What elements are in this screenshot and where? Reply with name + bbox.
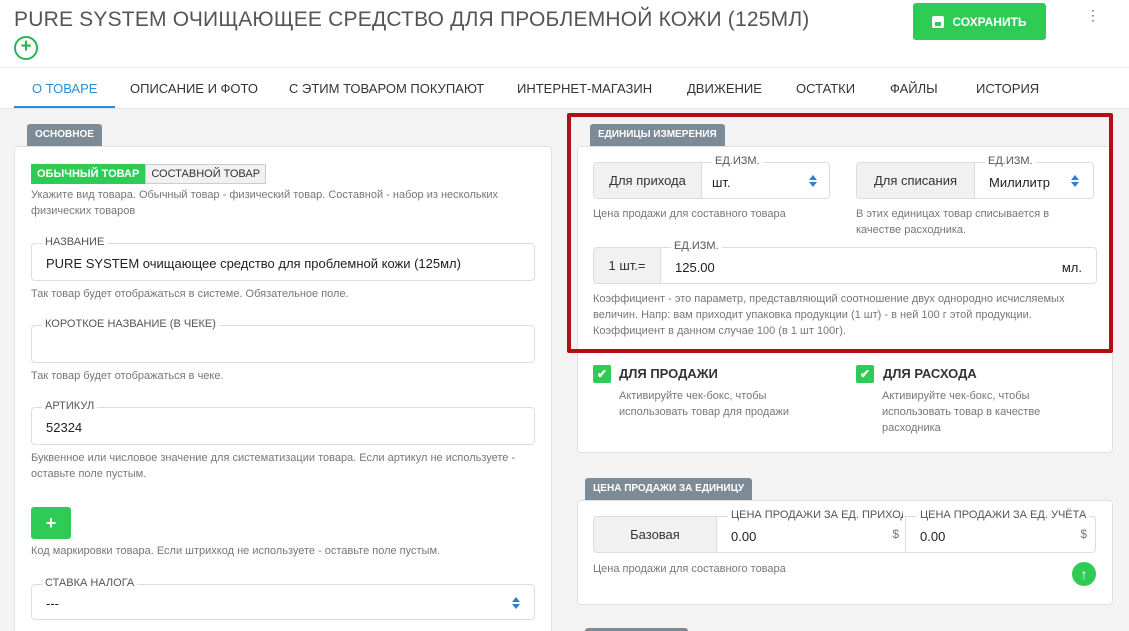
short-name-hint: Так товар будет отображаться в чеке. <box>31 370 224 382</box>
page-title: PURE SYSTEM ОЧИЩАЮЩЕЕ СРЕДСТВО ДЛЯ ПРОБЛ… <box>14 8 810 31</box>
select-arrows-icon <box>512 597 520 609</box>
expense-hint: Активируйте чек-бокс, чтобы использовать… <box>882 390 1041 434</box>
expense-checkbox[interactable]: ✔ <box>856 365 874 383</box>
add-barcode-button[interactable]: + <box>31 507 71 539</box>
price-account-field[interactable]: ЦЕНА ПРОДАЖИ ЗА ЕД. УЧЁТА 0.00 $ <box>905 509 1096 553</box>
tab-related[interactable]: С ЭТИМ ТОВАРОМ ПОКУПАЮТ <box>289 70 484 108</box>
base-price-addon: Базовая <box>593 516 717 553</box>
price-account-label: ЦЕНА ПРОДАЖИ ЗА ЕД. УЧЁТА <box>917 509 1090 521</box>
name-label: НАЗВАНИЕ <box>42 236 108 248</box>
barcode-hint: Код маркировки товара. Если штрихкод не … <box>31 545 441 557</box>
price-account-value: 0.00 <box>920 529 946 544</box>
more-menu-icon[interactable]: ⋮ <box>1086 8 1100 29</box>
sku-value: 52324 <box>46 420 83 435</box>
type-compound-button[interactable]: СОСТАВНОЙ ТОВАР <box>145 164 267 184</box>
type-hint: Укажите вид товара. Обычный товар - физи… <box>31 189 499 217</box>
sale-checkbox[interactable]: ✔ <box>593 365 611 383</box>
tax-value: --- <box>46 596 59 611</box>
price-account-currency: $ <box>1080 527 1087 541</box>
sku-label: АРТИКУЛ <box>42 400 98 412</box>
add-icon[interactable]: + <box>14 36 38 60</box>
sku-hint: Буквенное или числовое значение для сист… <box>31 452 516 480</box>
save-label: СОХРАНИТЬ <box>952 14 1027 29</box>
tax-select[interactable]: СТАВКА НАЛОГА --- <box>31 577 535 620</box>
short-name-field[interactable]: КОРОТКОЕ НАЗВАНИЕ (В ЧЕКЕ) <box>31 318 535 363</box>
basic-tag: ОСНОВНОЕ <box>27 124 102 146</box>
save-button[interactable]: СОХРАНИТЬ <box>913 3 1046 40</box>
tab-files[interactable]: ФАЙЛЫ <box>890 70 938 108</box>
name-value: PURE SYSTEM очищающее средство для пробл… <box>46 256 461 271</box>
sale-hint: Активируйте чек-бокс, чтобы использовать… <box>619 390 789 418</box>
expense-label: ДЛЯ РАСХОДА <box>883 366 977 381</box>
tab-history[interactable]: ИСТОРИЯ <box>976 70 1039 108</box>
product-type-toggle: ОБЫЧНЫЙ ТОВАР СОСТАВНОЙ ТОВАР <box>31 164 267 184</box>
name-field[interactable]: НАЗВАНИЕ PURE SYSTEM очищающее средство … <box>31 236 535 281</box>
short-name-label: КОРОТКОЕ НАЗВАНИЕ (В ЧЕКЕ) <box>42 318 219 330</box>
price-income-field[interactable]: ЦЕНА ПРОДАЖИ ЗА ЕД. ПРИХОДА 0.00 $ <box>716 509 906 553</box>
floppy-icon <box>932 15 945 28</box>
tab-movement[interactable]: ДВИЖЕНИЕ <box>687 70 762 108</box>
tax-label: СТАВКА НАЛОГА <box>42 577 138 589</box>
price-hint: Цена продажи для составного товара <box>593 563 786 575</box>
name-hint: Так товар будет отображаться в системе. … <box>31 288 349 300</box>
scroll-up-icon[interactable]: ↑ <box>1072 562 1096 586</box>
type-simple-button[interactable]: ОБЫЧНЫЙ ТОВАР <box>31 164 146 184</box>
price-income-label: ЦЕНА ПРОДАЖИ ЗА ЕД. ПРИХОДА <box>728 509 903 521</box>
tab-about[interactable]: О ТОВАРЕ <box>14 70 116 108</box>
price-income-value: 0.00 <box>731 529 757 544</box>
price-tag: ЦЕНА ПРОДАЖИ ЗА ЕДИНИЦУ <box>585 478 753 500</box>
tab-description[interactable]: ОПИСАНИЕ И ФОТО <box>130 70 258 108</box>
tab-shop[interactable]: ИНТЕРНЕТ-МАГАЗИН <box>517 70 652 108</box>
price-income-currency: $ <box>892 527 899 541</box>
sku-field[interactable]: АРТИКУЛ 52324 <box>31 400 535 445</box>
tab-stock[interactable]: ОСТАТКИ <box>796 70 855 108</box>
sale-label: ДЛЯ ПРОДАЖИ <box>619 366 718 381</box>
highlight-frame <box>567 113 1113 353</box>
